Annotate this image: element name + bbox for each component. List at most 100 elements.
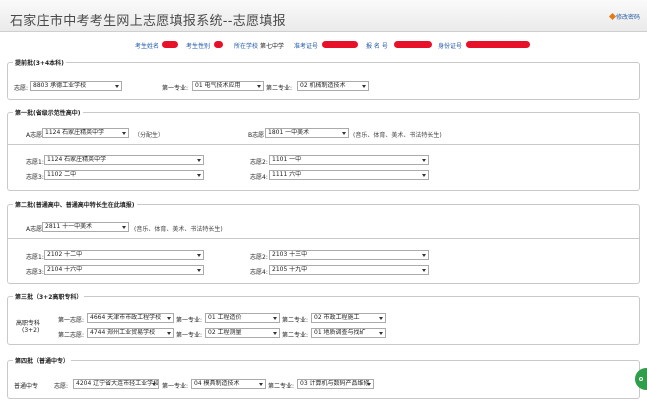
batch4-choice-label: 志愿: <box>54 383 69 390</box>
batch3-row2-choice-label: 第二志愿: <box>58 332 85 339</box>
batch4-choice-select[interactable]: 4204 辽宁省大连市轻工业学校 <box>73 379 159 389</box>
batch1-section: 第一批(省级示范性高中) A志愿 1124 石家庄精英中学 （分配生） B志愿 … <box>7 108 640 191</box>
batch3-row1-m2-select[interactable]: 02 市政工程施工 <box>311 313 386 323</box>
chevron-down-icon <box>379 332 383 335</box>
batch2-section: 第二批(普通高中、普通高中特长生在此填报) A志愿 2811 十一中美术 (音乐… <box>7 200 640 284</box>
batch1-b-note: (音乐、体育、美术、书法特长生) <box>353 132 442 139</box>
school-label: 所在学校 <box>234 43 259 50</box>
student-info-bar: 考生姓名 考生性别 所在学校 第七中学 准考证号 报 名 号 身份证号 <box>0 40 647 50</box>
chevron-down-icon <box>197 174 201 177</box>
chevron-down-icon <box>122 132 126 135</box>
chevron-down-icon <box>422 254 426 257</box>
batch1-choice2-label: 志愿2: <box>250 159 268 166</box>
chevron-down-icon <box>362 85 366 88</box>
chevron-down-icon <box>197 269 201 272</box>
batch1-b-label: B志愿 <box>248 132 265 139</box>
batch4-m1-label: 第一专业: <box>162 383 189 390</box>
batch4-legend: 第四批（普通中专） <box>13 356 72 365</box>
school-value: 第七中学 <box>260 43 285 50</box>
early-major2-label: 第二专业: <box>266 85 293 92</box>
batch2-choice3-label: 志愿3: <box>26 269 44 276</box>
batch2-choice3-select[interactable]: 2104 十六中 <box>44 265 204 275</box>
ticket-number-label: 报 名 号 <box>366 43 388 50</box>
name-label: 考生姓名 <box>135 43 160 50</box>
batch1-a-select[interactable]: 1124 石家庄精英中学 <box>42 128 129 138</box>
chevron-down-icon <box>197 159 201 162</box>
batch1-choice2-select[interactable]: 1101 一中 <box>269 155 429 165</box>
batch4-m2-select[interactable]: 03 计算机与数码产品维修 <box>297 379 374 389</box>
chevron-down-icon <box>167 332 171 335</box>
batch1-choice1-select[interactable]: 1124 石家庄精英中学 <box>44 155 204 165</box>
early-choice-select[interactable]: 8803 承德工业学校 <box>30 81 122 91</box>
batch1-choice3-label: 志愿3: <box>26 174 44 181</box>
early-major2-select[interactable]: 02 机械制造技术 <box>297 81 369 91</box>
batch2-a-note: (音乐、体育、美术、书法特长生) <box>134 226 223 233</box>
batch4-m1-select[interactable]: 04 模具制造技术 <box>191 379 266 389</box>
chevron-down-icon <box>342 132 346 135</box>
chevron-down-icon <box>367 383 371 386</box>
chevron-down-icon <box>197 254 201 257</box>
divider <box>8 238 639 239</box>
divider <box>8 144 639 145</box>
batch1-b-select[interactable]: 1801 一中美术 <box>265 128 349 138</box>
circle-icon <box>639 377 643 381</box>
redacted-id-number <box>466 41 530 48</box>
batch3-group-label: 高职专科 <box>16 320 41 327</box>
batch1-choice4-label: 志愿4: <box>250 174 268 181</box>
batch3-row1-m1-label: 第一专业: <box>176 317 203 324</box>
pencil-icon <box>608 12 617 21</box>
batch3-row2-m2-label: 第二专业: <box>282 332 309 339</box>
chevron-down-icon <box>422 174 426 177</box>
chevron-down-icon <box>115 85 119 88</box>
batch4-group-label: 普通中专 <box>14 383 39 390</box>
batch3-row2-m1-label: 第一专业: <box>176 332 203 339</box>
batch1-a-note: （分配生） <box>134 132 165 139</box>
chevron-down-icon <box>259 383 263 386</box>
chevron-down-icon <box>422 269 426 272</box>
batch2-choice2-label: 志愿2: <box>250 254 268 261</box>
early-major1-select[interactable]: 01 电气技术应用 <box>192 81 264 91</box>
batch3-row1-m1-select[interactable]: 01 工程造价 <box>205 313 280 323</box>
chevron-down-icon <box>257 85 261 88</box>
redacted-gender <box>214 41 223 48</box>
edit-password-label: 修改密码 <box>615 14 640 21</box>
redacted-name <box>162 41 178 48</box>
chevron-down-icon <box>152 383 156 386</box>
batch4-m2-label: 第二专业: <box>268 383 295 390</box>
early-major1-label: 第一专业: <box>162 85 189 92</box>
chevron-down-icon <box>273 317 277 320</box>
edit-password-link[interactable]: 修改密码 <box>608 12 640 21</box>
batch1-choice4-select[interactable]: 1111 六中 <box>269 170 429 180</box>
batch3-legend: 第三批（3+2高职专科） <box>13 292 85 301</box>
batch3-row2-m1-select[interactable]: 02 工程测量 <box>205 328 280 338</box>
redacted-ticket-number <box>394 41 432 48</box>
chevron-down-icon <box>167 317 171 320</box>
batch1-a-label: A志愿 <box>26 132 43 139</box>
page-title: 石家庄市中考考生网上志愿填报系统--志愿填报 <box>10 14 286 29</box>
chevron-down-icon <box>122 226 126 229</box>
batch1-legend: 第一批(省级示范性高中) <box>13 108 83 117</box>
batch3-group-sub: (3+2) <box>22 327 40 334</box>
chevron-down-icon <box>422 159 426 162</box>
batch2-choice2-select[interactable]: 2103 十三中 <box>269 250 429 260</box>
batch3-row1-choice-label: 第一志愿: <box>58 317 85 324</box>
batch2-a-select[interactable]: 2811 十一中美术 <box>42 222 129 232</box>
batch2-choice1-label: 志愿1: <box>26 254 44 261</box>
batch3-row2-m2-select[interactable]: 01 地质调查与找矿 <box>311 328 386 338</box>
batch2-choice1-select[interactable]: 2102 十二中 <box>44 250 204 260</box>
redacted-exam-number <box>322 41 358 48</box>
chevron-down-icon <box>379 317 383 320</box>
exam-number-label: 准考证号 <box>294 43 319 50</box>
id-number-label: 身份证号 <box>438 43 463 50</box>
batch1-choice3-select[interactable]: 1102 二中 <box>44 170 204 180</box>
batch2-choice4-select[interactable]: 2105 十九中 <box>269 265 429 275</box>
chevron-down-icon <box>273 332 277 335</box>
batch2-legend: 第二批(普通高中、普通高中特长生在此填报) <box>13 200 137 209</box>
batch2-choice4-label: 志愿4: <box>250 269 268 276</box>
batch3-row1-choice-select[interactable]: 4664 天津市市政工程学校 <box>87 313 174 323</box>
batch3-row2-choice-select[interactable]: 4744 郑州工业贸易学校 <box>87 328 174 338</box>
gender-label: 考生性别 <box>186 43 211 50</box>
batch1-choice1-label: 志愿1: <box>26 159 44 166</box>
batch3-section: 第三批（3+2高职专科） 高职专科 (3+2) 第一志愿: 4664 天津市市政… <box>7 292 640 345</box>
batch2-a-label: A志愿 <box>26 226 43 233</box>
